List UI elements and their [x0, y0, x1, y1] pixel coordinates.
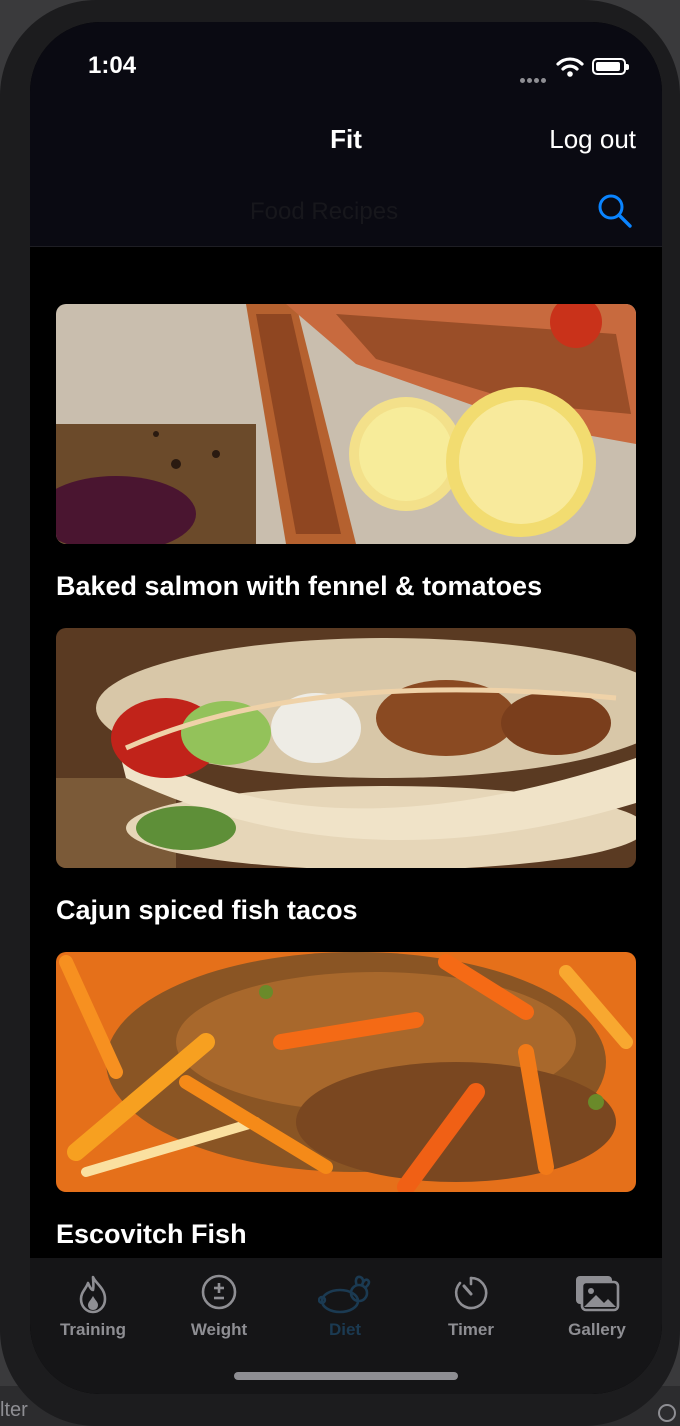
recipe-card[interactable]: Cajun spiced fish tacos — [56, 628, 636, 952]
app-screen: 1:04 Fit Log out Food Recipes Baked salm… — [30, 22, 662, 1394]
home-indicator[interactable] — [234, 1372, 458, 1380]
cellular-signal-icon — [520, 70, 550, 83]
tab-label: Timer — [448, 1320, 494, 1339]
tab-label: Training — [59, 1320, 127, 1339]
background-corner-icon — [658, 1404, 676, 1422]
recipe-image — [56, 952, 636, 1192]
status-time: 1:04 — [88, 52, 137, 79]
background-filter-text: lter — [0, 1399, 28, 1421]
tab-label: Weight — [190, 1320, 248, 1339]
photos-icon — [576, 1276, 620, 1312]
recipe-title: Cajun spiced fish tacos — [56, 895, 358, 925]
phone-frame: 1:04 Fit Log out Food Recipes Baked salm… — [0, 0, 680, 1426]
tab-label: Gallery — [568, 1320, 626, 1339]
timer-icon — [454, 1276, 488, 1310]
logout-button[interactable]: Log out — [549, 124, 636, 155]
flame-icon — [79, 1275, 107, 1314]
search-input[interactable]: Food Recipes — [250, 198, 398, 226]
recipe-card[interactable]: Baked salmon with fennel & tomatoes — [56, 304, 636, 628]
battery-icon — [592, 58, 629, 75]
recipe-image — [56, 304, 636, 544]
wifi-icon — [556, 57, 584, 77]
recipe-list: Baked salmon with fennel & tomatoes Caju… — [56, 304, 636, 1276]
recipe-card[interactable]: Escovitch Fish — [56, 952, 636, 1276]
search-icon[interactable] — [596, 192, 634, 230]
recipe-title: Baked salmon with fennel & tomatoes — [56, 571, 543, 601]
plus-minus-icon — [201, 1274, 237, 1310]
rabbit-icon — [318, 1275, 371, 1314]
recipe-image — [56, 628, 636, 868]
tab-label: Diet — [328, 1320, 362, 1339]
